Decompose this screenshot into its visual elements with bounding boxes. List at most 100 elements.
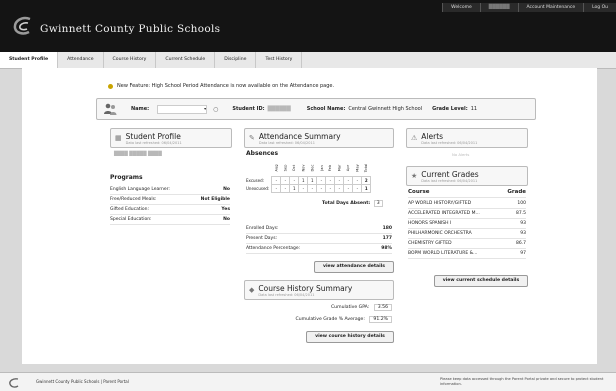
top-links: Welcome ██████ Account Maintenance Log O… xyxy=(442,3,616,12)
alerts-title: Alerts xyxy=(421,131,444,141)
course-name: BOPM WORLD LITERATURE &... xyxy=(408,251,478,256)
grades-icon: ★ xyxy=(411,172,418,180)
refresh-icon[interactable]: ○ xyxy=(213,106,218,113)
month-header: Nov xyxy=(301,164,306,172)
footer-disclaimer: Please keep data accessed through the Pa… xyxy=(440,377,604,386)
student-profile-header: ▦ Student Profile Data last refreshed: 0… xyxy=(110,128,232,148)
current-grades-header: ★ Current Grades Data last refreshed: 06… xyxy=(406,166,528,186)
user-name: ██████ xyxy=(479,3,518,12)
program-value: No xyxy=(223,217,230,222)
program-label: English Language Learner: xyxy=(110,187,170,192)
course-grade: 100 xyxy=(517,201,526,206)
grades-table-row: PHILHARMONIC ORCHESTRA 93 xyxy=(408,229,526,239)
stat-value: 180 xyxy=(382,226,392,231)
course-history-icon: ◆ xyxy=(249,286,255,294)
cumulative-grade-average-label: Cumulative Grade % Average: xyxy=(295,317,365,322)
program-label: Special Education: xyxy=(110,217,152,222)
view-current-schedule-details-button[interactable]: view current schedule details xyxy=(434,275,528,287)
school-name-label: School Name: xyxy=(306,106,346,112)
grades-table-row: AP WORLD HISTORY/GIFTED 100 xyxy=(408,199,526,209)
program-label: Gifted Education: xyxy=(110,207,149,212)
grades-table-row: HONORS SPANISH I 93 xyxy=(408,219,526,229)
student-select[interactable]: ▾ xyxy=(157,104,208,114)
school-name-value: Central Gwinnett High School xyxy=(348,106,423,112)
month-header: Feb xyxy=(328,164,333,172)
view-course-history-details-button[interactable]: view course history details xyxy=(306,331,394,343)
students-icon xyxy=(104,103,117,115)
month-header: Jan xyxy=(319,165,324,171)
brand-title: Gwinnett County Public Schools xyxy=(40,23,221,35)
program-value: No xyxy=(223,187,230,192)
course-grade: 97 xyxy=(520,251,526,256)
month-header: Dec xyxy=(310,164,315,172)
footer-logo-icon xyxy=(9,378,19,388)
alerts-header: ⚠ Alerts Data last refreshed: 06/04/2011 xyxy=(406,128,528,148)
app-header: Welcome ██████ Account Maintenance Log O… xyxy=(0,0,616,52)
program-value: Yes xyxy=(221,207,230,212)
notice-text: New Feature: High School Period Attendan… xyxy=(117,83,335,89)
student-id-bar: Name: ▾ ○ Student ID: ██████ School Name… xyxy=(96,98,536,120)
attendance-summary-header: ✎ Attendance Summary Data last refreshed… xyxy=(244,128,394,148)
no-alerts-text: No Alerts xyxy=(452,152,470,157)
month-header: Apr xyxy=(346,164,351,172)
attendance-icon: ✎ xyxy=(249,134,255,142)
absences-table: Aug Sep Oct Nov Dec Jan Feb Mar Apr May … xyxy=(246,160,372,193)
month-header: Sep xyxy=(283,164,288,172)
welcome-label: Welcome xyxy=(442,3,480,12)
grades-table-row: CHEMISTRY GIFTED 86.7 xyxy=(408,239,526,249)
page-footer: Gwinnett County Public Schools | Parent … xyxy=(0,372,616,391)
student-profile-title: Student Profile xyxy=(125,131,181,141)
program-row: Special Education: No xyxy=(110,215,230,225)
cumulative-gpa-value: 3.56 xyxy=(373,304,392,311)
logout-link[interactable]: Log Ou xyxy=(583,3,616,12)
attendance-stat-row: Attendance Percentage: 98% xyxy=(246,244,392,254)
feature-notice: New Feature: High School Period Attendan… xyxy=(108,83,334,89)
stat-value: 98% xyxy=(381,246,392,251)
view-attendance-details-button[interactable]: view attendance details xyxy=(314,261,394,273)
unexcused-row: Unexcused: --1 --- --- -1 xyxy=(246,184,372,193)
course-column-header: Course xyxy=(408,189,430,195)
programs-heading: Programs xyxy=(110,174,143,181)
notice-icon xyxy=(108,83,113,89)
student-profile-refreshed: Data last refreshed: 06/04/2011 xyxy=(125,140,182,145)
tab-discipline[interactable]: Discipline xyxy=(215,52,257,68)
grade-level-label: Grade Level: xyxy=(432,106,468,112)
stat-label: Attendance Percentage: xyxy=(246,246,301,251)
course-grade: 93 xyxy=(520,221,526,226)
grades-table-row: BOPM WORLD LITERATURE &... 97 xyxy=(408,249,526,259)
month-header: Total xyxy=(364,163,369,173)
name-label: Name: xyxy=(131,106,150,112)
tab-attendance[interactable]: Attendance xyxy=(58,52,104,68)
course-grade: 93 xyxy=(520,231,526,236)
absences-heading: Absences xyxy=(246,150,279,157)
month-header: Aug xyxy=(274,164,279,172)
course-history-summary-refreshed: Data last refreshed: 06/04/2011 xyxy=(258,292,315,297)
total-days-absent-label: Total Days Absent: xyxy=(322,201,371,206)
account-maintenance-link[interactable]: Account Maintenance xyxy=(517,3,584,12)
month-header: Mar xyxy=(337,164,342,172)
program-label: Free/Reduced Meals: xyxy=(110,197,157,202)
grades-table-row: ACCELERATED INTEGRATED M... 87.5 xyxy=(408,209,526,219)
excused-row: Excused: --- 11- --- -2 xyxy=(246,176,372,185)
tab-test-history[interactable]: Test History xyxy=(256,52,303,68)
current-grades-refreshed: Data last refreshed: 06/04/2011 xyxy=(421,178,478,183)
main-content: New Feature: High School Period Attendan… xyxy=(22,68,597,364)
tab-current-schedule[interactable]: Current Schedule xyxy=(156,52,216,68)
month-header: Oct xyxy=(292,164,297,172)
program-row: English Language Learner: No xyxy=(110,185,230,195)
main-nav: Student Profile Attendance Course Histor… xyxy=(0,52,616,69)
program-row: Gifted Education: Yes xyxy=(110,205,230,215)
school-logo-icon xyxy=(13,16,31,35)
course-name: PHILHARMONIC ORCHESTRA xyxy=(408,231,472,236)
course-name: AP WORLD HISTORY/GIFTED xyxy=(408,201,472,206)
tab-student-profile[interactable]: Student Profile xyxy=(0,52,59,68)
attendance-summary-refreshed: Data last refreshed: 06/04/2011 xyxy=(258,140,315,145)
course-history-summary-title: Course History Summary xyxy=(258,283,353,293)
cumulative-gpa-label: Cumulative GPA: xyxy=(330,305,370,310)
course-history-summary-header: ◆ Course History Summary Data last refre… xyxy=(244,280,394,300)
cumulative-gpa-row: Cumulative GPA: 3.56 xyxy=(272,304,392,311)
grades-table-header: Course Grade xyxy=(408,187,526,198)
total-days-absent: Total Days Absent: 3 xyxy=(322,200,383,207)
tab-course-history[interactable]: Course History xyxy=(104,52,157,68)
profile-icon: ▦ xyxy=(115,134,122,142)
